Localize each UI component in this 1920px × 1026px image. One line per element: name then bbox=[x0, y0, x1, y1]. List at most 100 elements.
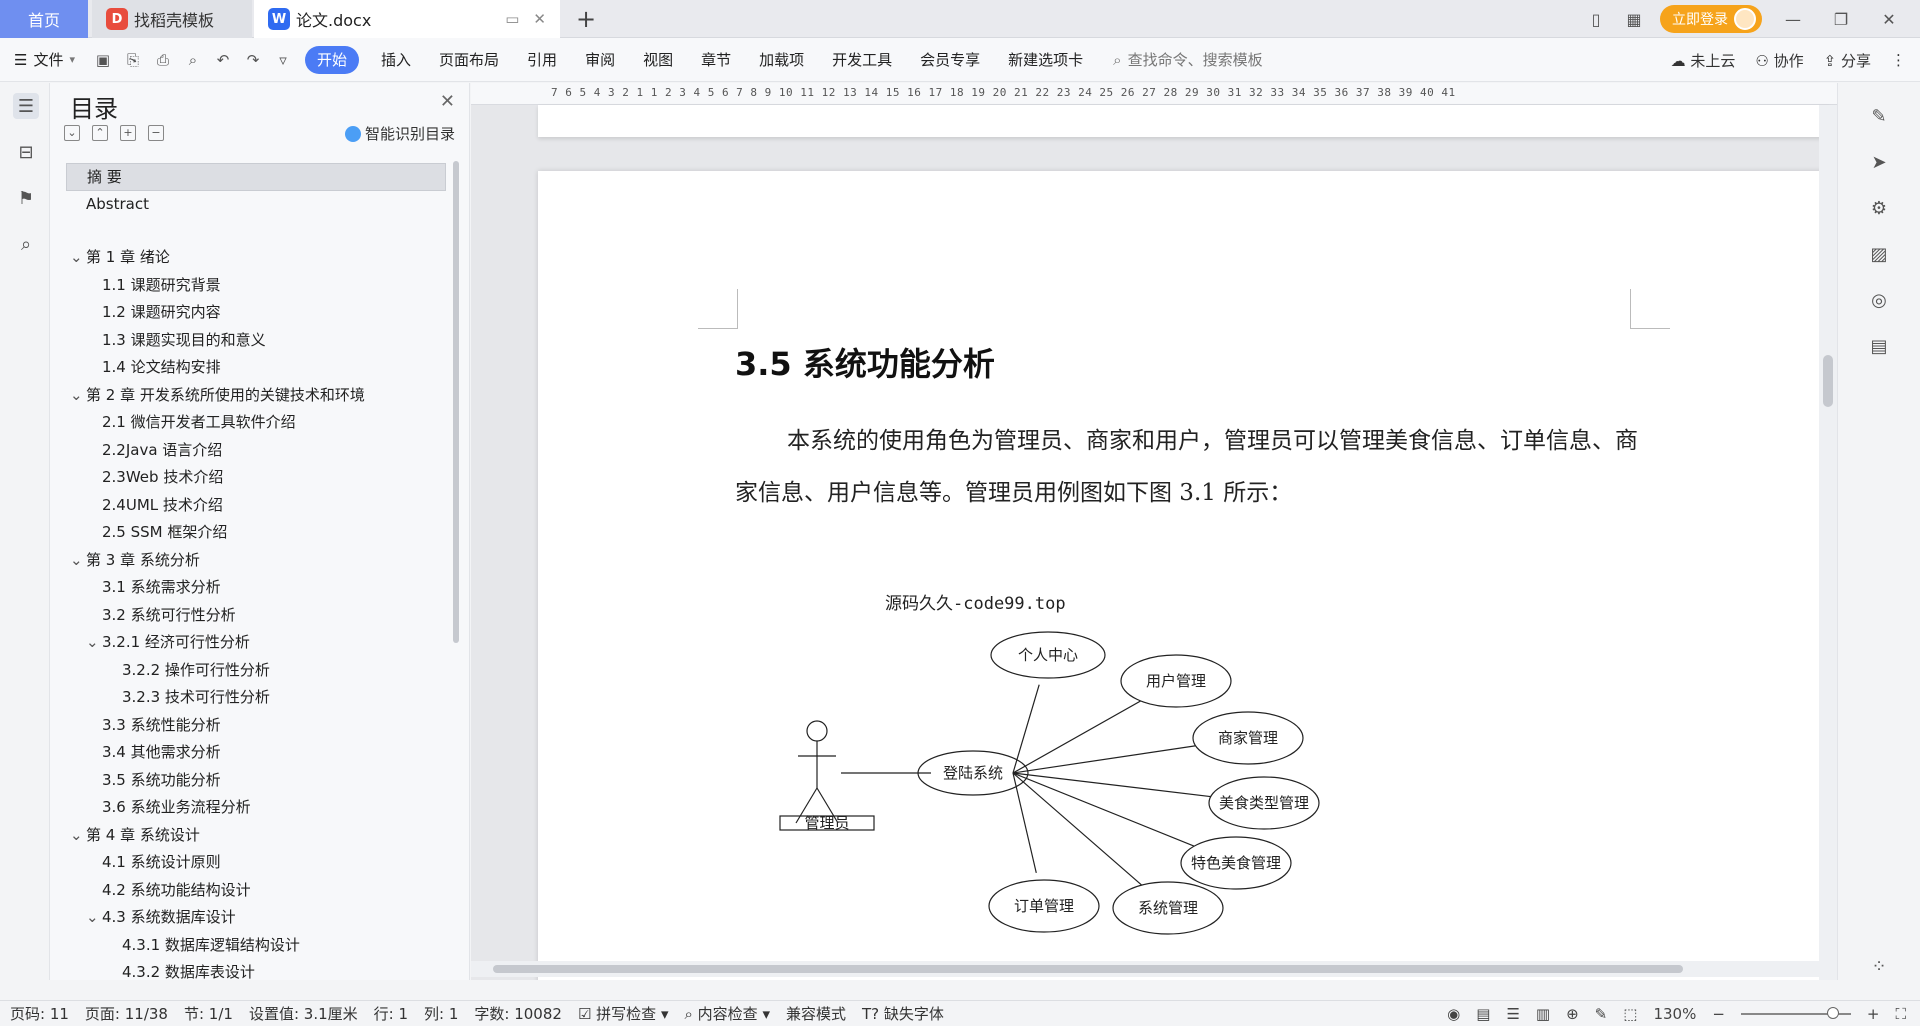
zoom-out-icon[interactable]: − bbox=[1712, 1005, 1725, 1023]
tab-docer-templates[interactable]: D 找稻壳模板 bbox=[92, 0, 252, 38]
collapse-all-icon[interactable]: ⌃ bbox=[92, 125, 108, 141]
login-button[interactable]: 立即登录 bbox=[1660, 5, 1762, 33]
toc-navigation-icon[interactable]: ☰ bbox=[13, 93, 39, 119]
toc-item[interactable]: 4.3.1 数据库逻辑结构设计 bbox=[66, 932, 446, 960]
horizontal-ruler[interactable]: 7 6 5 4 3 2 1 1 2 3 4 5 6 7 8 9 10 11 12… bbox=[471, 83, 1837, 105]
toc-item[interactable]: 3.2 系统可行性分析 bbox=[66, 602, 446, 630]
content-check-button[interactable]: ⌕ 内容检查 ▾ bbox=[684, 1003, 770, 1024]
document-page[interactable]: 3.5 系统功能分析 本系统的使用角色为管理员、商家和用户，管理员可以管理美食信… bbox=[538, 171, 1830, 980]
redo-icon[interactable]: ↷ bbox=[241, 51, 265, 69]
reading-view-icon[interactable]: ▥ bbox=[1536, 1005, 1550, 1023]
tab-document[interactable]: W 论文.docx ▭ ✕ bbox=[254, 0, 560, 38]
zoom-slider[interactable] bbox=[1740, 1007, 1851, 1019]
adjust-icon[interactable]: ⚙ bbox=[1866, 195, 1892, 221]
toc-item[interactable]: 3.1 系统需求分析 bbox=[66, 574, 446, 602]
toc-item[interactable]: 1.1 课题研究背景 bbox=[66, 272, 446, 300]
undo-icon[interactable]: ↶ bbox=[211, 51, 235, 69]
more-options-icon[interactable]: ⋮ bbox=[1891, 51, 1906, 69]
spell-check-button[interactable]: ☑ 拼写检查 ▾ bbox=[578, 1003, 669, 1024]
chevron-down-icon[interactable]: ⌄ bbox=[70, 547, 86, 575]
toc-item[interactable]: ⌄ 第 4 章 系统设计 bbox=[66, 822, 446, 850]
vertical-scrollbar[interactable] bbox=[1819, 105, 1837, 980]
toc-item[interactable]: 2.4UML 技术介绍 bbox=[66, 492, 446, 520]
toc-item[interactable]: 2.5 SSM 框架介绍 bbox=[66, 519, 446, 547]
close-panel-icon[interactable]: ✕ bbox=[440, 91, 455, 112]
toc-item[interactable]: 3.5 系统功能分析 bbox=[66, 767, 446, 795]
ai-icon[interactable]: ◎ bbox=[1866, 287, 1892, 313]
chevron-down-icon[interactable]: ⌄ bbox=[70, 382, 86, 410]
new-tab-button[interactable]: + bbox=[570, 0, 602, 38]
toc-item[interactable]: 3.6 系统业务流程分析 bbox=[66, 794, 446, 822]
close-window-icon[interactable]: ✕ bbox=[1872, 10, 1906, 29]
zoom-level[interactable]: 130% bbox=[1653, 1005, 1696, 1023]
fullscreen-icon[interactable]: ⛶ bbox=[1895, 1005, 1906, 1023]
missing-font-button[interactable]: T? 缺失字体 bbox=[862, 1003, 944, 1024]
toc-item[interactable]: 3.2.2 操作可行性分析 bbox=[66, 657, 446, 685]
outline-view-icon[interactable]: ☰ bbox=[1506, 1005, 1519, 1023]
more-tools-icon[interactable]: ⁘ bbox=[1866, 953, 1892, 979]
toc-item[interactable]: ⌄ 第 1 章 绪论 bbox=[66, 244, 446, 272]
zoom-slider-knob[interactable] bbox=[1826, 1007, 1839, 1019]
toc-item[interactable]: 4.2 系统功能结构设计 bbox=[66, 877, 446, 905]
print-icon[interactable]: ⎙ bbox=[151, 51, 175, 69]
cloud-status-button[interactable]: ☁ 未上云 bbox=[1671, 50, 1736, 71]
status-word-count[interactable]: 字数: 10082 bbox=[474, 1003, 562, 1024]
toc-item[interactable]: 2.3Web 技术介绍 bbox=[66, 464, 446, 492]
toc-item[interactable]: 2.2Java 语言介绍 bbox=[66, 437, 446, 465]
toc-item[interactable]: 摘 要 bbox=[66, 163, 446, 191]
ribbon-tab[interactable]: 页面布局 bbox=[425, 46, 513, 74]
find-icon[interactable]: ⌕ bbox=[13, 231, 39, 257]
eye-protection-icon[interactable]: ◉ bbox=[1447, 1005, 1460, 1023]
bookmark-icon[interactable]: ⚑ bbox=[13, 185, 39, 211]
ribbon-tab[interactable]: 加载项 bbox=[745, 46, 818, 74]
toc-scrollbar[interactable] bbox=[453, 161, 459, 643]
toc-item[interactable]: ⌄ 第 2 章 开发系统所使用的关键技术和环境 bbox=[66, 382, 446, 410]
save-icon[interactable]: ▣ bbox=[91, 51, 115, 69]
toc-item[interactable]: 3.4 其他需求分析 bbox=[66, 739, 446, 767]
toc-item[interactable]: ⌄ 3.2.1 经济可行性分析 bbox=[66, 629, 446, 657]
remove-heading-icon[interactable]: − bbox=[148, 125, 164, 141]
toc-item[interactable]: 4.3.2 数据库表设计 bbox=[66, 959, 446, 987]
ribbon-tab[interactable]: 开发工具 bbox=[818, 46, 906, 74]
ribbon-tab[interactable]: 审阅 bbox=[571, 46, 629, 74]
chevron-down-icon[interactable]: ⌄ bbox=[86, 904, 102, 932]
ribbon-tab[interactable]: 章节 bbox=[687, 46, 745, 74]
print-preview-icon[interactable]: ⌕ bbox=[181, 51, 205, 69]
toc-item[interactable]: 1.4 论文结构安排 bbox=[66, 354, 446, 382]
ribbon-tab[interactable]: 视图 bbox=[629, 46, 687, 74]
ribbon-tab[interactable]: 插入 bbox=[367, 46, 425, 74]
tab-home[interactable]: 首页 bbox=[0, 0, 88, 38]
add-heading-icon[interactable]: + bbox=[120, 125, 136, 141]
file-menu[interactable]: ☰ 文件 ▾ bbox=[14, 49, 75, 70]
chevron-down-icon[interactable]: ⌄ bbox=[86, 629, 102, 657]
status-page[interactable]: 页面: 11/38 bbox=[85, 1003, 168, 1024]
chevron-down-icon[interactable]: ⌄ bbox=[70, 244, 86, 272]
collaborate-button[interactable]: ⚇ 协作 bbox=[1755, 50, 1803, 71]
expand-all-icon[interactable]: ⌄ bbox=[64, 125, 80, 141]
ribbon-tab[interactable]: 新建选项卡 bbox=[994, 46, 1097, 74]
chevron-down-icon[interactable]: ⌄ bbox=[70, 822, 86, 850]
grid-apps-icon[interactable]: ▦ bbox=[1622, 7, 1646, 31]
toc-item[interactable]: 3.3 系统性能分析 bbox=[66, 712, 446, 740]
write-mode-icon[interactable]: ✎ bbox=[1595, 1005, 1608, 1023]
toc-item[interactable]: Abstract bbox=[66, 191, 446, 219]
horizontal-scrollbar[interactable] bbox=[471, 961, 1819, 977]
restore-icon[interactable]: ❐ bbox=[1824, 10, 1858, 29]
fit-page-icon[interactable]: ⬚ bbox=[1623, 1005, 1637, 1023]
smart-toc-button[interactable]: 智能识别目录 bbox=[344, 123, 455, 144]
cursor-icon[interactable]: ➤ bbox=[1866, 149, 1892, 175]
toc-item[interactable]: ⌄ 4.3 系统数据库设计 bbox=[66, 904, 446, 932]
export-pdf-icon[interactable]: ⎘ bbox=[121, 51, 145, 69]
toc-item[interactable]: 3.2.3 技术可行性分析 bbox=[66, 684, 446, 712]
zoom-in-icon[interactable]: + bbox=[1867, 1005, 1880, 1023]
toc-item[interactable]: 1.3 课题实现目的和意义 bbox=[66, 327, 446, 355]
command-search[interactable]: ⌕ 查找命令、搜索模板 bbox=[1113, 49, 1262, 70]
page-view-icon[interactable]: ▤ bbox=[1476, 1005, 1490, 1023]
toc-item[interactable]: 1.2 课题研究内容 bbox=[66, 299, 446, 327]
float-window-icon[interactable]: ▭ bbox=[505, 10, 519, 28]
toc-item[interactable]: 4.1 系统设计原则 bbox=[66, 849, 446, 877]
ribbon-tab[interactable]: 开始 bbox=[305, 45, 360, 74]
toc-item[interactable]: ⌄ 第 3 章 系统分析 bbox=[66, 547, 446, 575]
pen-icon[interactable]: ✎ bbox=[1866, 103, 1892, 129]
ribbon-tab[interactable]: 引用 bbox=[513, 46, 571, 74]
